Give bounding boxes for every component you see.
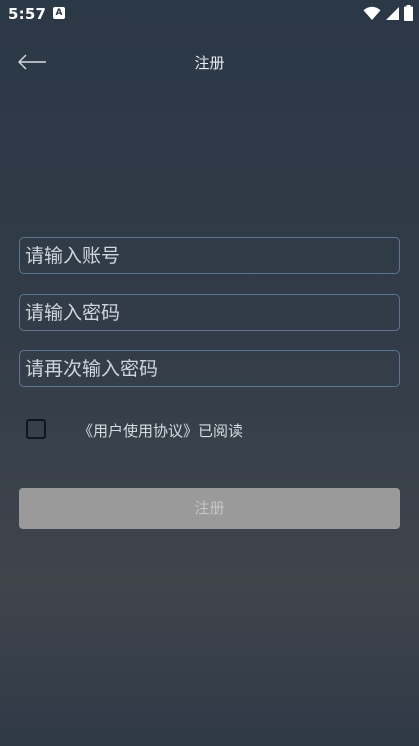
page-title: 注册 xyxy=(194,54,225,72)
agreement-checkbox[interactable] xyxy=(26,419,46,439)
account-input[interactable] xyxy=(19,237,400,274)
status-icons xyxy=(363,5,413,21)
confirm-password-input[interactable] xyxy=(19,350,400,387)
signal-icon xyxy=(386,6,399,20)
register-button[interactable]: 注册 xyxy=(19,488,400,529)
register-screen: 5:57 A 注册 《用户使用协议》已阅读 注册 xyxy=(0,0,419,746)
wifi-icon xyxy=(363,6,381,20)
notification-icon: A xyxy=(53,7,65,19)
agreement-link[interactable]: 《用户使用协议》已阅读 xyxy=(78,420,243,441)
header: 注册 xyxy=(0,40,419,84)
battery-icon xyxy=(404,5,413,21)
status-bar: 5:57 A xyxy=(0,0,419,28)
status-time: 5:57 xyxy=(8,5,47,23)
password-input[interactable] xyxy=(19,294,400,331)
